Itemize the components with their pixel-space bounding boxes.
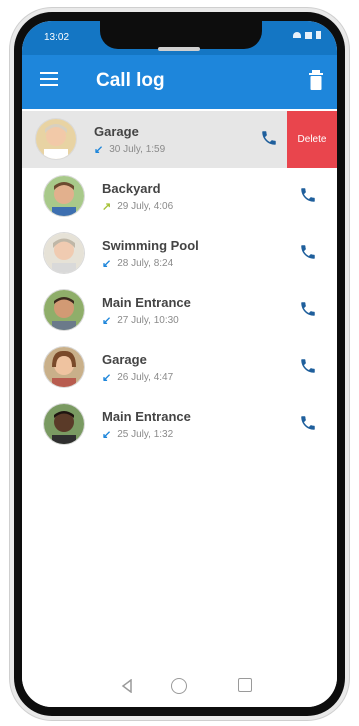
avatar [44,290,84,330]
call-meta: ↙ 25 July, 1:32 [102,428,173,441]
caller-name: Swimming Pool [102,238,199,253]
call-meta: ↙ 27 July, 10:30 [102,314,179,327]
call-date: 29 July, 4:06 [117,201,174,212]
call-list: Garage ↙ 30 July, 1:59 Delete Backyard ↗… [22,111,337,453]
call-date: 30 July, 1:59 [109,144,166,155]
avatar [36,119,76,159]
call-date: 25 July, 1:32 [117,429,174,440]
call-meta: ↗ 29 July, 4:06 [102,200,173,213]
call-row-content[interactable]: Swimming Pool ↙ 28 July, 8:24 [22,225,337,282]
caller-name: Backyard [102,181,161,196]
signal-icon [305,31,312,39]
call-row-content[interactable]: Main Entrance ↙ 27 July, 10:30 [22,282,337,339]
status-time: 13:02 [44,32,70,43]
menu-icon[interactable] [40,72,58,86]
delete-button[interactable]: Delete [287,111,337,168]
call-row-content[interactable]: Garage ↙ 30 July, 1:59 [22,111,304,168]
phone-frame: 13:02 Call log Garage ↙ 30 July, 1:59 De… [10,8,349,720]
call-row[interactable]: Main Entrance ↙ 25 July, 1:32 [22,396,337,453]
incoming-call-arrow-icon: ↙ [102,315,112,327]
trash-icon[interactable] [309,70,323,90]
call-row[interactable]: Garage ↙ 26 July, 4:47 [22,339,337,396]
call-meta: ↙ 30 July, 1:59 [94,143,165,156]
avatar [44,404,84,444]
speaker-grille [158,47,200,51]
phone-icon[interactable] [299,357,317,375]
call-date: 27 July, 10:30 [117,315,179,326]
call-row-content[interactable]: Backyard ↗ 29 July, 4:06 [22,168,337,225]
screen: 13:02 Call log Garage ↙ 30 July, 1:59 De… [22,21,337,707]
app-bar: Call log [22,55,337,109]
phone-icon[interactable] [299,414,317,432]
call-row-content[interactable]: Garage ↙ 26 July, 4:47 [22,339,337,396]
call-meta: ↙ 28 July, 8:24 [102,257,173,270]
incoming-call-arrow-icon: ↙ [94,144,104,156]
call-date: 26 July, 4:47 [117,372,174,383]
back-triangle-icon[interactable] [120,679,134,693]
call-row[interactable]: Garage ↙ 30 July, 1:59 Delete [22,111,337,168]
incoming-call-arrow-icon: ↙ [102,258,112,270]
caller-name: Garage [102,352,147,367]
status-icons [293,31,321,39]
phone-icon[interactable] [260,129,278,147]
recent-square-icon[interactable] [238,678,252,692]
phone-bezel: 13:02 Call log Garage ↙ 30 July, 1:59 De… [14,12,345,716]
call-row[interactable]: Swimming Pool ↙ 28 July, 8:24 [22,225,337,282]
phone-icon[interactable] [299,243,317,261]
caller-name: Main Entrance [102,409,191,424]
call-date: 28 July, 8:24 [117,258,174,269]
incoming-call-arrow-icon: ↙ [102,372,112,384]
avatar [44,233,84,273]
camera-notch [100,21,262,49]
phone-icon[interactable] [299,186,317,204]
page-title: Call log [96,70,165,91]
phone-icon[interactable] [299,300,317,318]
incoming-call-arrow-icon: ↙ [102,429,112,441]
call-meta: ↙ 26 July, 4:47 [102,371,173,384]
battery-icon [316,31,321,39]
outgoing-call-arrow-icon: ↗ [102,201,112,213]
call-row[interactable]: Backyard ↗ 29 July, 4:06 [22,168,337,225]
call-row-content[interactable]: Main Entrance ↙ 25 July, 1:32 [22,396,337,453]
avatar [44,347,84,387]
caller-name: Main Entrance [102,295,191,310]
avatar [44,176,84,216]
caller-name: Garage [94,124,139,139]
system-nav-bar [22,667,337,707]
call-row[interactable]: Main Entrance ↙ 27 July, 10:30 [22,282,337,339]
home-circle-icon[interactable] [171,678,187,694]
wifi-icon [293,32,301,38]
